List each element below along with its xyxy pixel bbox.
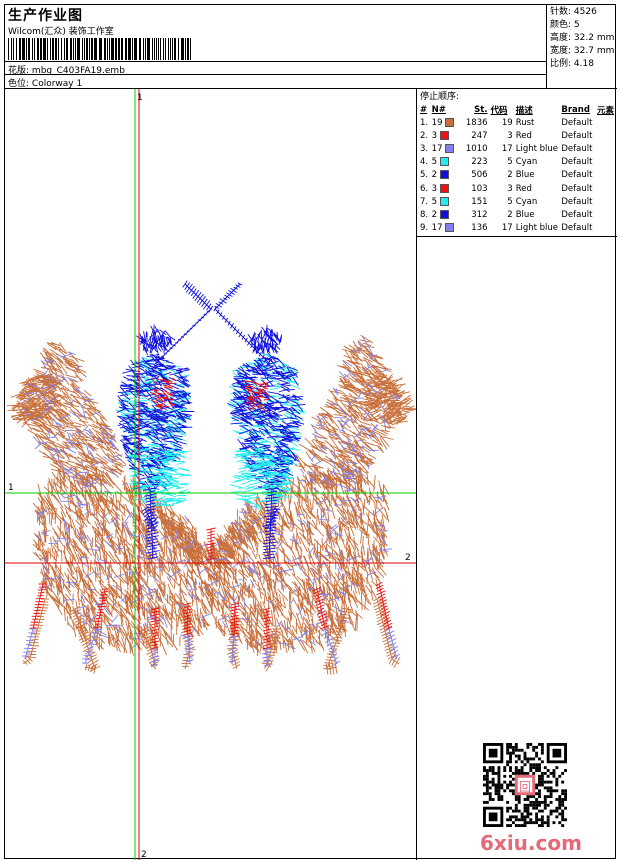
table-row: 4. 5 223 5 Cyan Default — [420, 157, 593, 168]
color-swatch — [439, 170, 449, 180]
embroidery-preview: 1 2 1 2 — [5, 89, 416, 860]
color-swatch — [439, 157, 449, 167]
color-swatch — [445, 223, 455, 233]
qr-code: 回 — [483, 743, 567, 827]
rider-helmet-stitches — [136, 324, 176, 356]
table-row: 3. 17 1010 17 Light blue Default — [420, 143, 593, 154]
header-divider — [5, 61, 547, 62]
table-row: 1. 19 1836 19 Rust Default — [420, 117, 593, 128]
table-row: 8. 2 312 2 Blue Default — [420, 209, 593, 220]
stat-row: 宽度: 32.7 mm — [550, 46, 615, 56]
header-divider — [5, 74, 547, 75]
color-swatch — [439, 196, 449, 206]
guide-label-h2: 2 — [405, 553, 411, 563]
stats-panel: 针数: 4526 颜色: 5 高度: 32.2 mm 宽度: 32.7 mm 比… — [547, 5, 617, 89]
table-header-row: # N# St. 代码 描述 Brand 元素 — [420, 104, 614, 116]
company-name: Wilcom(汇众) 装饰工作室 — [8, 27, 114, 37]
color-swatch — [439, 130, 449, 140]
qr-stamp: 回 — [519, 780, 531, 794]
stat-row: 高度: 32.2 mm — [550, 33, 615, 43]
mallet-head — [182, 280, 214, 313]
guide-label-h1: 1 — [8, 483, 14, 493]
table-row: 6. 3 103 3 Red Default — [420, 183, 593, 194]
document-frame: 生产作业图 Wilcom(汇众) 装饰工作室 花版: mbg_C403FA19.… — [4, 4, 617, 860]
horse-leg — [227, 646, 241, 670]
color-swatch — [445, 143, 455, 153]
stat-row: 针数: 4526 — [550, 7, 597, 17]
mallet-head — [214, 282, 243, 310]
table-row: 9. 17 136 17 Light blue Default — [420, 223, 593, 234]
color-swatch — [439, 209, 449, 219]
watermark-logo: 6xiu.com — [480, 831, 582, 855]
colorway-value: Colorway 1 — [31, 79, 83, 89]
sequence-title: 停止顺序: — [420, 92, 460, 102]
stat-row: 比例: 4.18 — [550, 59, 594, 69]
horse-body-stitches — [203, 465, 390, 657]
table-row: 5. 2 506 2 Blue Default — [420, 170, 593, 181]
design-canvas[interactable]: 1 2 1 2 — [5, 89, 417, 860]
page-title: 生产作业图 — [8, 8, 83, 24]
horse-leg — [181, 648, 196, 670]
color-swatch — [445, 117, 455, 127]
color-swatch — [439, 183, 449, 193]
table-row: 7. 5 151 5 Cyan Default — [420, 196, 593, 207]
table-row: 2. 3 247 3 Red Default — [420, 130, 593, 141]
colorway: 色位: Colorway 1 — [8, 76, 82, 89]
guide-label-v2: 2 — [141, 850, 147, 860]
barcode — [8, 38, 191, 60]
stat-row: 颜色: 5 — [550, 20, 580, 30]
sequence-table: # N# St. 代码 描述 Brand 元素 1. 19 1836 19 Rust D… — [420, 103, 614, 235]
header: 生产作业图 Wilcom(汇众) 装饰工作室 花版: mbg_C403FA19.… — [5, 5, 547, 89]
stop-sequence-panel: 停止顺序: # N# St. 代码 描述 Brand 元素 1. 19 1836 1… — [417, 89, 617, 237]
guide-label-v1: 1 — [137, 93, 143, 103]
colorway-label: 色位: — [8, 79, 30, 89]
